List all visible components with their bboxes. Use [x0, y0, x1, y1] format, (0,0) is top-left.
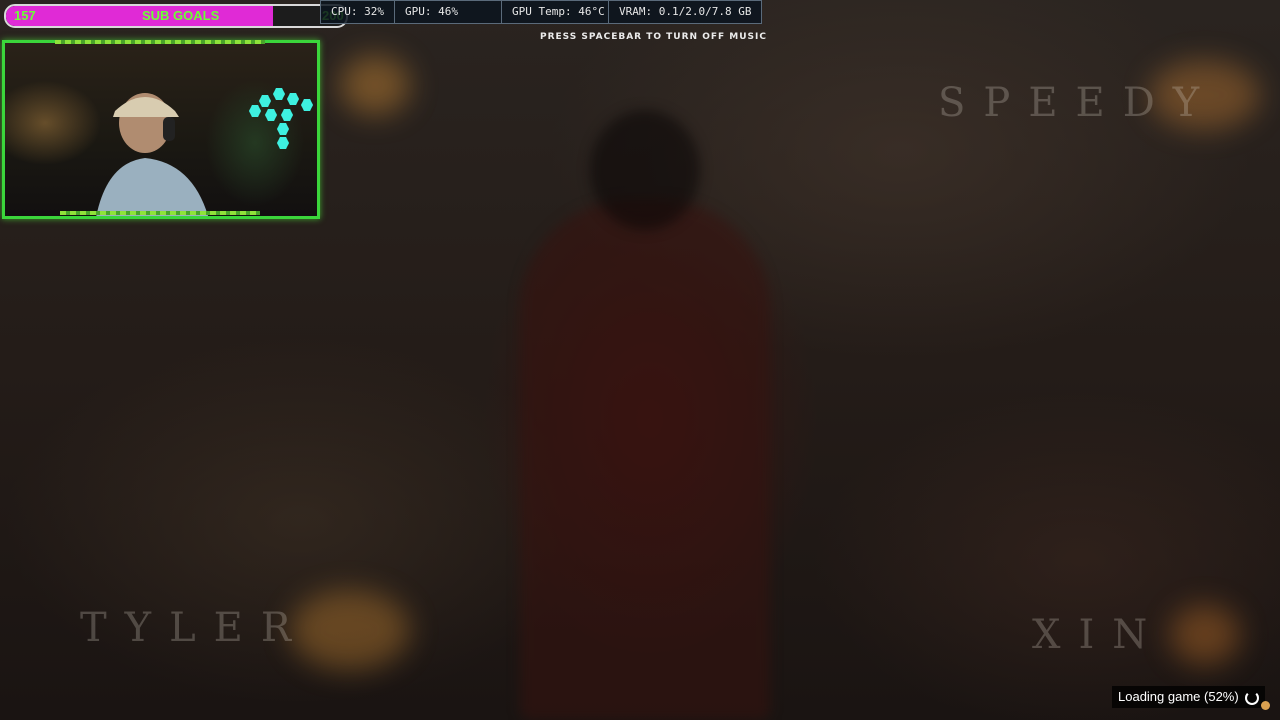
silhouette-head: [590, 110, 700, 230]
credit-tyler: TYLER: [80, 605, 309, 651]
cpu-stat: CPU: 32%: [321, 1, 395, 23]
loading-text: Loading game (52%): [1118, 689, 1239, 704]
silhouette-figure: [520, 200, 770, 720]
gpu-stat: GPU: 46%: [395, 1, 502, 23]
webcam-frame-decoration: [60, 211, 260, 215]
sub-goals-label: SUB GOALS: [142, 8, 220, 23]
gpu-temp-stat: GPU Temp: 46°C: [502, 1, 609, 23]
vram-stat: VRAM: 0.1/2.0/7.8 GB: [618, 5, 752, 18]
sub-goals-progress-fill: [6, 6, 273, 26]
streamer-figure: [96, 93, 208, 216]
light-glow: [340, 55, 410, 115]
performance-stats-bar: CPU: 32% GPU: 46% GPU Temp: 46°C VRAM: 0…: [320, 0, 763, 24]
credit-xin: XIN: [1032, 612, 1166, 658]
credit-speedy: SPEEDY: [938, 80, 1218, 126]
loading-indicator: Loading game (52%): [1112, 686, 1265, 708]
spinner-icon: [1244, 691, 1259, 705]
sub-goals-current: 157: [14, 8, 36, 23]
light-glow: [1170, 605, 1240, 665]
music-hint: PRESS SPACEBAR TO TURN OFF MUSIC: [540, 32, 767, 42]
corner-app-icon: [1261, 701, 1270, 710]
sub-goals-bar: 157 SUB GOALS 200: [4, 4, 348, 28]
webcam-frame-decoration: [55, 40, 265, 44]
webcam-feed: [2, 40, 320, 219]
